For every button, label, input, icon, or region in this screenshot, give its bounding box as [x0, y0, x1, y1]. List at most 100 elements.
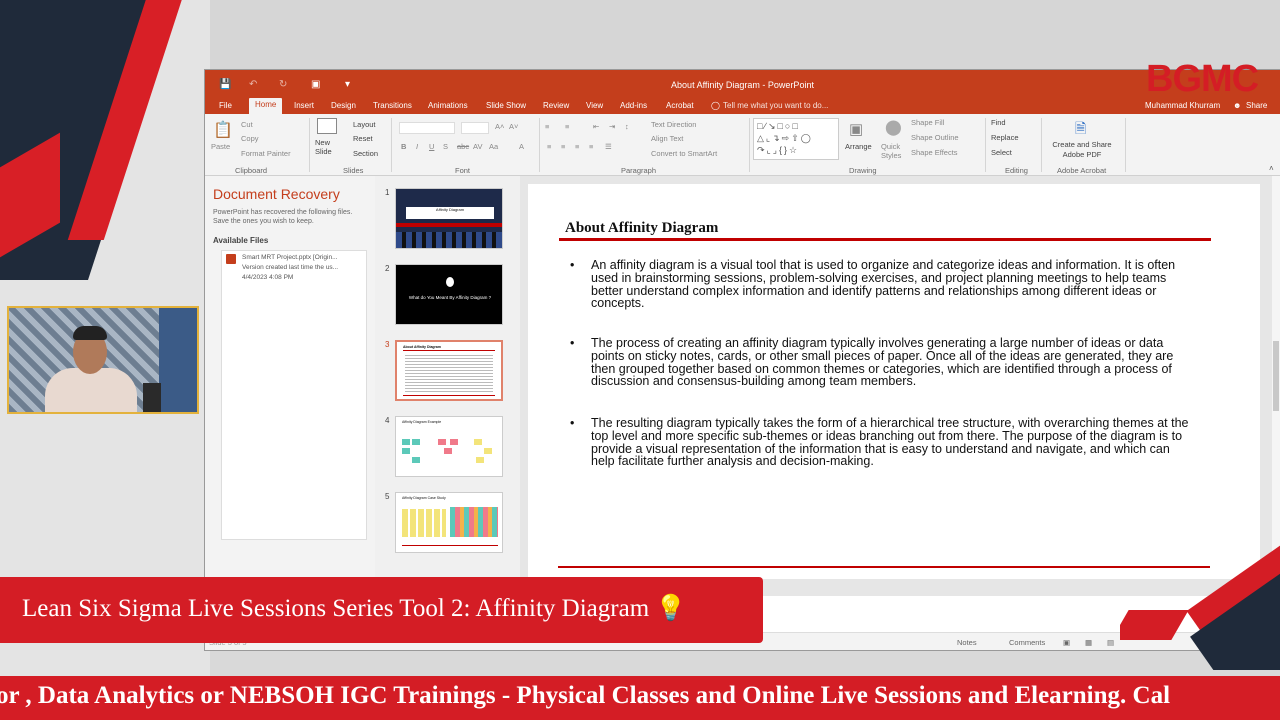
columns-icon[interactable]: ☰ [605, 142, 612, 151]
replace-button[interactable]: Replace [991, 133, 1019, 142]
new-slide-icon [317, 118, 337, 134]
notes-button[interactable]: Notes [957, 638, 977, 647]
underline-icon[interactable]: U [429, 142, 434, 151]
bullet-text: The resulting diagram typically takes th… [591, 416, 1189, 469]
slide-thumbnail-3-selected[interactable]: About Affinity Diagram [395, 340, 503, 401]
font-size-select[interactable] [461, 122, 489, 134]
format-painter-button[interactable]: Format Painter [241, 149, 291, 158]
thumb3-title: About Affinity Diagram [403, 345, 441, 349]
decrease-indent-icon[interactable]: ⇤ [593, 122, 599, 131]
bullet-text: The process of creating an affinity diag… [591, 336, 1174, 389]
person-icon: ☻ [1233, 101, 1242, 110]
tab-acrobat[interactable]: Acrobat [666, 101, 694, 110]
slide-title[interactable]: About Affinity Diagram [565, 220, 718, 237]
shape-fill-button[interactable]: Shape Fill [911, 118, 944, 127]
tab-file[interactable]: File [219, 101, 232, 110]
tab-design[interactable]: Design [331, 101, 356, 110]
drawing-group-label: Drawing [849, 166, 877, 175]
line-spacing-icon[interactable]: ↕ [625, 122, 629, 131]
numbering-icon[interactable]: ≡ [565, 122, 569, 131]
slide-thumbnail-2[interactable]: What do You Meant By Affinity Diagram ? [395, 264, 503, 325]
shrink-font-icon[interactable]: A˅ [509, 122, 518, 131]
user-name[interactable]: Muhammad Khurram [1145, 101, 1220, 110]
convert-smartart-button[interactable]: Convert to SmartArt [651, 149, 717, 158]
italic-icon[interactable]: I [416, 142, 418, 151]
reading-view-icon[interactable]: ▤ [1107, 638, 1114, 647]
slide-bullet-1[interactable]: • An affinity diagram is a visual tool t… [570, 259, 1190, 310]
new-slide-button[interactable]: New Slide [315, 138, 341, 156]
ticker-text: or , Data Analytics or NEBSOH IGC Traini… [0, 682, 1171, 709]
banner-text: Lean Six Sigma Live Sessions Series Tool… [22, 595, 650, 622]
comments-button[interactable]: Comments [1009, 638, 1045, 647]
copy-button[interactable]: Copy [241, 134, 259, 143]
bold-icon[interactable]: B [401, 142, 406, 151]
shapes-gallery[interactable]: □∕↘□○□ △⌞↴⇨⇧◯ ↷⌞⌟{}☆ [753, 118, 839, 160]
font-group-label: Font [455, 166, 471, 175]
layout-button[interactable]: Layout [353, 120, 376, 129]
find-button[interactable]: Find [991, 118, 1006, 127]
tab-insert[interactable]: Insert [294, 101, 314, 110]
share-button[interactable]: Share [1246, 101, 1267, 110]
shadow-icon[interactable]: S [443, 142, 448, 151]
thumbnail-number: 1 [385, 188, 390, 197]
section-button[interactable]: Section [353, 149, 378, 158]
quick-styles-icon: ⬤ [885, 119, 902, 136]
bgmc-logo: BGMC [1146, 58, 1259, 100]
slide-bullet-3[interactable]: • The resulting diagram typically takes … [570, 417, 1190, 468]
editing-group-label: Editing [1005, 166, 1028, 175]
background-right-decoration [1120, 490, 1280, 670]
tab-view[interactable]: View [586, 101, 603, 110]
recovered-file-name: Smart MRT Project.pptx [Origin... [242, 254, 338, 261]
tab-add-ins[interactable]: Add-ins [620, 101, 647, 110]
font-color-icon[interactable]: A [519, 142, 524, 151]
bullet-dot: • [570, 416, 575, 430]
title-bar: 💾 ↶ ↻ ▣ ▾ About Affinity Diagram - Power… [205, 70, 1280, 98]
align-left-icon[interactable]: ≡ [547, 142, 551, 151]
recovered-file-date: 4/4/2023 4:08 PM [242, 274, 294, 281]
cut-button[interactable]: Cut [241, 120, 253, 129]
bullet-dot: • [570, 258, 575, 272]
recovered-file-item[interactable]: Smart MRT Project.pptx [Origin... Versio… [221, 250, 367, 540]
char-spacing-icon[interactable]: AV [473, 142, 482, 151]
recovered-file-note: Version created last time the us... [242, 264, 339, 271]
tab-review[interactable]: Review [543, 101, 569, 110]
bullets-icon[interactable]: ≡ [545, 122, 549, 131]
tab-home[interactable]: Home [249, 98, 283, 114]
tab-animations[interactable]: Animations [428, 101, 468, 110]
tab-transitions[interactable]: Transitions [373, 101, 412, 110]
shape-outline-button[interactable]: Shape Outline [911, 133, 959, 142]
slide-thumbnail-1[interactable]: Affinity Diagram [395, 188, 503, 249]
slide-sorter-icon[interactable]: ▦ [1085, 638, 1092, 647]
quick-styles-button[interactable]: Quick Styles [881, 142, 907, 160]
change-case-icon[interactable]: Aa [489, 142, 498, 151]
align-right-icon[interactable]: ≡ [575, 142, 579, 151]
slide-bullet-2[interactable]: • The process of creating an affinity di… [570, 337, 1190, 388]
presenter-webcam [7, 306, 199, 414]
create-share-pdf-button[interactable]: Create and Share Adobe PDF [1047, 140, 1117, 160]
strikethrough-icon[interactable]: abc [457, 142, 469, 151]
slide-thumbnail-5[interactable]: Affinity Diagram Case Study [395, 492, 503, 553]
clipboard-group-label: Clipboard [235, 166, 268, 175]
normal-view-icon[interactable]: ▣ [1063, 638, 1070, 647]
increase-indent-icon[interactable]: ⇥ [609, 122, 615, 131]
slide-thumbnail-4[interactable]: Affinity Diagram Example [395, 416, 503, 477]
justify-icon[interactable]: ≡ [589, 142, 593, 151]
font-family-select[interactable] [399, 122, 455, 134]
tab-slide-show[interactable]: Slide Show [486, 101, 526, 110]
news-ticker: or , Data Analytics or NEBSOH IGC Traini… [0, 676, 1280, 720]
align-center-icon[interactable]: ≡ [561, 142, 565, 151]
thumbnail-number: 2 [385, 264, 390, 273]
text-direction-button[interactable]: Text Direction [651, 120, 696, 129]
tell-me-search[interactable]: Tell me what you want to do... [723, 101, 828, 110]
select-button[interactable]: Select [991, 148, 1012, 157]
shape-effects-button[interactable]: Shape Effects [911, 148, 958, 157]
arrange-button[interactable]: Arrange [845, 142, 872, 151]
collapse-ribbon-icon[interactable]: ˄ [1269, 164, 1274, 173]
reset-button[interactable]: Reset [353, 134, 373, 143]
clipboard-icon: 📋 [213, 122, 233, 139]
grow-font-icon[interactable]: A˄ [495, 122, 504, 131]
paste-button[interactable]: Paste [211, 142, 230, 151]
align-text-button[interactable]: Align Text [651, 134, 683, 143]
acrobat-group-label: Adobe Acrobat [1057, 166, 1107, 175]
lightbulb-icon: ◯ [711, 101, 720, 110]
